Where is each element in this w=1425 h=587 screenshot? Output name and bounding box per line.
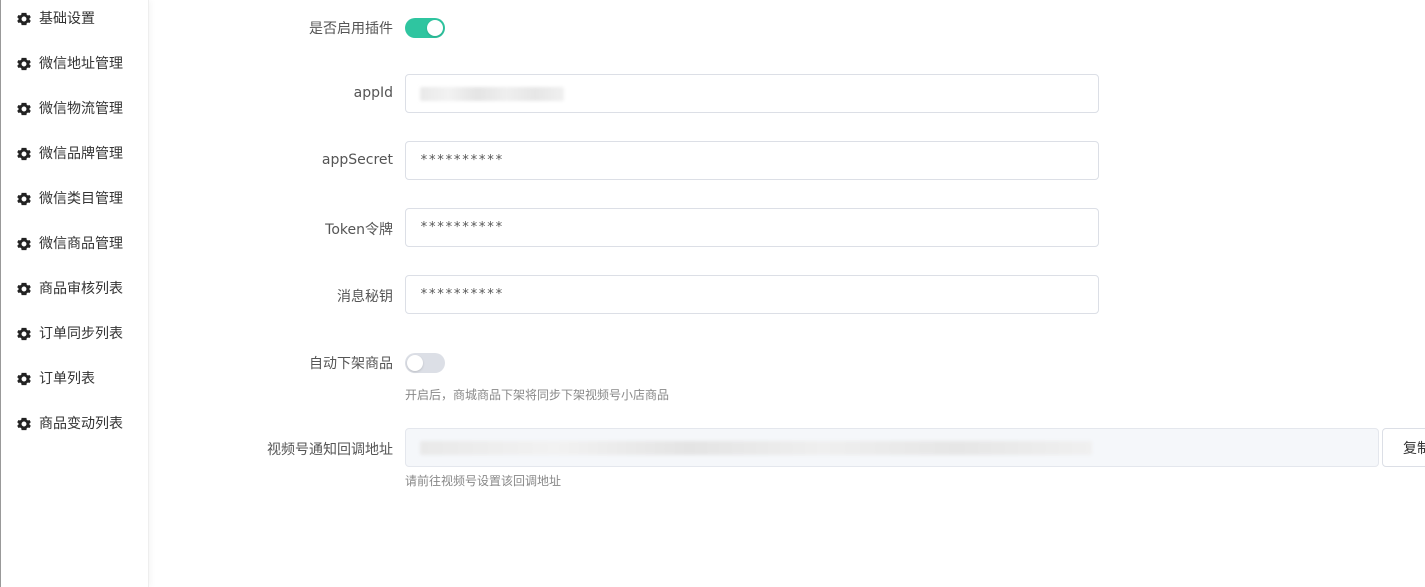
sidebar-item-order-sync[interactable]: 订单同步列表 — [17, 323, 123, 345]
enable-plugin-switch[interactable] — [405, 18, 445, 38]
sidebar-item-label: 微信类目管理 — [39, 191, 123, 207]
appsecret-label: appSecret — [321, 152, 393, 168]
gear-icon — [17, 327, 31, 341]
sidebar-item-wechat-products[interactable]: 微信商品管理 — [17, 233, 123, 255]
aeskey-input[interactable]: ********** — [405, 275, 1099, 314]
auto-offshelf-hint: 开启后，商城商品下架将同步下架视频号小店商品 — [405, 388, 670, 402]
appsecret-input[interactable]: ********** — [405, 141, 1099, 180]
sidebar-item-label: 微信地址管理 — [39, 56, 123, 72]
gear-icon — [17, 417, 31, 431]
sidebar-item-label: 订单同步列表 — [39, 326, 123, 342]
sidebar-item-product-review[interactable]: 商品审核列表 — [17, 278, 123, 300]
aeskey-value: ********** — [420, 287, 504, 302]
sidebar-item-label: 微信物流管理 — [39, 101, 123, 117]
appid-input[interactable] — [405, 74, 1099, 113]
sidebar-item-label: 微信品牌管理 — [39, 146, 123, 162]
sidebar-item-label: 订单列表 — [39, 371, 95, 387]
sidebar-item-basic-settings[interactable]: 基础设置 — [17, 8, 95, 30]
callback-url-input[interactable] — [405, 428, 1379, 467]
sidebar-item-product-changes[interactable]: 商品变动列表 — [17, 413, 123, 435]
gear-icon — [17, 57, 31, 71]
gear-icon — [17, 237, 31, 251]
sidebar-item-wechat-category[interactable]: 微信类目管理 — [17, 188, 123, 210]
plugin-settings-page: 基础设置 微信地址管理 微信物流管理 微信品牌管理 微信类目管理 微信商品管理 … — [0, 0, 1425, 587]
appid-label: appId — [353, 85, 393, 101]
gear-icon — [17, 372, 31, 386]
sidebar-item-label: 基础设置 — [39, 11, 95, 27]
enable-plugin-label: 是否启用插件 — [309, 21, 393, 37]
sidebar-item-wechat-logistics[interactable]: 微信物流管理 — [17, 98, 123, 120]
auto-offshelf-switch[interactable] — [405, 353, 445, 373]
token-label: Token令牌 — [325, 222, 393, 238]
aeskey-label: 消息秘钥 — [337, 289, 393, 305]
callback-url-label: 视频号通知回调地址 — [267, 442, 393, 458]
callback-url-hint: 请前往视频号设置该回调地址 — [405, 474, 562, 488]
switch-knob — [427, 20, 443, 36]
token-value: ********** — [420, 220, 504, 235]
token-input[interactable]: ********** — [405, 208, 1099, 247]
redacted-appid — [420, 86, 564, 101]
sidebar: 基础设置 微信地址管理 微信物流管理 微信品牌管理 微信类目管理 微信商品管理 … — [0, 0, 149, 587]
gear-icon — [17, 102, 31, 116]
gear-icon — [17, 282, 31, 296]
gear-icon — [17, 147, 31, 161]
sidebar-item-order-list[interactable]: 订单列表 — [17, 368, 95, 390]
switch-knob — [407, 355, 423, 371]
sidebar-item-wechat-address[interactable]: 微信地址管理 — [17, 53, 123, 75]
sidebar-item-wechat-brand[interactable]: 微信品牌管理 — [17, 143, 123, 165]
sidebar-item-label: 商品审核列表 — [39, 281, 123, 297]
copy-button[interactable]: 复制 — [1382, 428, 1425, 467]
redacted-callback-url — [420, 440, 1092, 455]
auto-offshelf-label: 自动下架商品 — [309, 356, 393, 372]
sidebar-item-label: 商品变动列表 — [39, 416, 123, 432]
gear-icon — [17, 12, 31, 26]
sidebar-item-label: 微信商品管理 — [39, 236, 123, 252]
gear-icon — [17, 192, 31, 206]
appsecret-value: ********** — [420, 153, 504, 168]
